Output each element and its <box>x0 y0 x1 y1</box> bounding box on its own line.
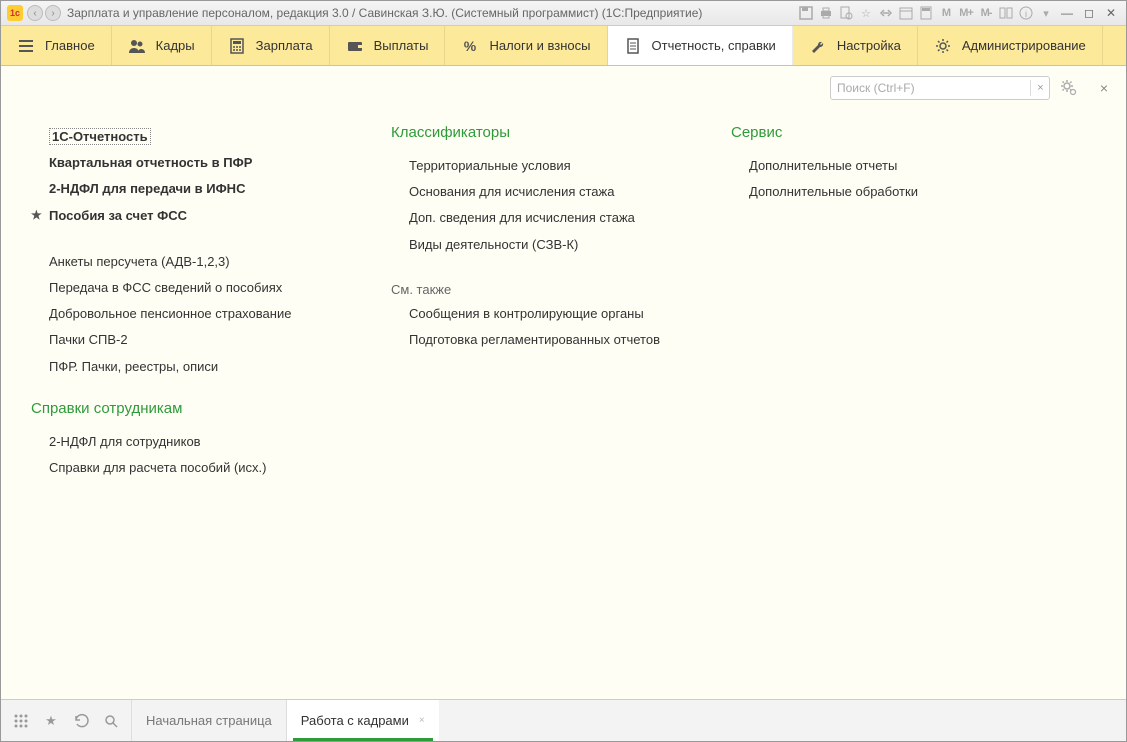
nav-item-territorial[interactable]: Территориальные условия <box>391 153 671 179</box>
window-title: Зарплата и управление персоналом, редакц… <box>67 6 798 20</box>
tab-home[interactable]: Начальная страница <box>131 700 286 741</box>
nav-item-seniority-basis[interactable]: Основания для исчисления стажа <box>391 179 671 205</box>
content-area: × × 1С-Отчетность Квартальная отчетность… <box>1 66 1126 699</box>
toolbar-salary[interactable]: Зарплата <box>212 26 330 65</box>
nav-item-regulatory-msgs[interactable]: Сообщения в контролирующие органы <box>391 301 671 327</box>
nav-item-fss-benefits[interactable]: Пособия за счет ФСС <box>31 203 331 229</box>
apps-grid-icon[interactable] <box>11 711 31 731</box>
panel-settings-button[interactable] <box>1058 77 1080 99</box>
nav-item-addl-reports[interactable]: Дополнительные отчеты <box>731 153 981 179</box>
toolbar-taxes[interactable]: % Налоги и взносы <box>445 26 607 65</box>
main-toolbar: Главное Кадры Зарплата Выплаты % Налоги … <box>1 26 1126 66</box>
calculator-icon[interactable] <box>918 5 934 21</box>
tab-label: Работа с кадрами <box>301 713 409 728</box>
document-icon <box>624 37 642 55</box>
section-service: Сервис <box>731 124 981 141</box>
percent-icon: % <box>461 37 479 55</box>
people-icon <box>128 37 146 55</box>
menu-icon <box>17 37 35 55</box>
tab-personnel-work[interactable]: Работа с кадрами × <box>286 700 439 741</box>
toolbar-label: Главное <box>45 38 95 53</box>
window-titlebar: 1c ‹ › Зарплата и управление персоналом,… <box>1 1 1126 26</box>
nav-item-spv2[interactable]: Пачки СПВ-2 <box>31 327 331 353</box>
column-service: Сервис Дополнительные отчеты Дополнитель… <box>731 124 981 675</box>
app-logo-icon: 1c <box>7 5 23 21</box>
svg-text:i: i <box>1025 9 1027 19</box>
section-employee-refs: Справки сотрудникам <box>31 400 331 417</box>
search-box: × <box>830 76 1050 100</box>
search-clear-button[interactable]: × <box>1030 80 1046 96</box>
toolbar-payments[interactable]: Выплаты <box>330 26 446 65</box>
toolbar-settings[interactable]: Настройка <box>793 26 918 65</box>
favorite-icon[interactable]: ☆ <box>858 5 874 21</box>
search-icon[interactable] <box>101 711 121 731</box>
preview-icon[interactable] <box>838 5 854 21</box>
nav-item-2ndfl-employees[interactable]: 2-НДФЛ для сотрудников <box>31 429 331 455</box>
see-also-label: См. также <box>391 278 671 301</box>
nav-item-pfr-packets[interactable]: ПФР. Пачки, реестры, описи <box>31 354 331 380</box>
link-icon[interactable] <box>878 5 894 21</box>
section-classifiers: Классификаторы <box>391 124 671 141</box>
nav-item-voluntary-pension[interactable]: Добровольное пенсионное страхование <box>31 301 331 327</box>
gear-icon <box>934 37 952 55</box>
nav-item-1c-reporting[interactable]: 1С-Отчетность <box>31 124 331 150</box>
m-minus-icon[interactable]: M- <box>978 5 994 21</box>
nav-item-2ndfl-ifns[interactable]: 2-НДФЛ для передачи в ИФНС <box>31 176 331 202</box>
toolbar-label: Выплаты <box>374 38 429 53</box>
tab-label: Начальная страница <box>146 713 272 728</box>
toolbar-reports[interactable]: Отчетность, справки <box>608 26 793 65</box>
close-window-button[interactable]: ✕ <box>1102 5 1120 21</box>
nav-item-quarterly-pfr[interactable]: Квартальная отчетность в ПФР <box>31 150 331 176</box>
close-panel-button[interactable]: × <box>1096 80 1112 96</box>
m-plus-icon[interactable]: M+ <box>958 5 974 21</box>
nav-item-fss-transfer[interactable]: Передача в ФСС сведений о пособиях <box>31 275 331 301</box>
toolbar-personnel[interactable]: Кадры <box>112 26 212 65</box>
nav-item-activity-types[interactable]: Виды деятельности (СЗВ-К) <box>391 232 671 258</box>
history-icon[interactable] <box>71 711 91 731</box>
toolbar-admin[interactable]: Администрирование <box>918 26 1103 65</box>
m-icon[interactable]: M <box>938 5 954 21</box>
nav-item-regulated-reports[interactable]: Подготовка регламентированных отчетов <box>391 327 671 353</box>
toolbar-label: Зарплата <box>256 38 313 53</box>
toolbar-label: Настройка <box>837 38 901 53</box>
toolbar-label: Отчетность, справки <box>652 38 776 53</box>
nav-item-benefit-refs[interactable]: Справки для расчета пособий (исх.) <box>31 455 331 481</box>
wallet-icon <box>346 37 364 55</box>
dropdown-icon[interactable]: ▾ <box>1038 5 1054 21</box>
column-classifiers: Классификаторы Территориальные условия О… <box>391 124 671 675</box>
info-icon[interactable]: i <box>1018 5 1034 21</box>
svg-text:%: % <box>464 38 477 54</box>
print-icon[interactable] <box>818 5 834 21</box>
save-icon[interactable] <box>798 5 814 21</box>
favorite-star-icon[interactable]: ★ <box>41 711 61 731</box>
toolbar-label: Налоги и взносы <box>489 38 590 53</box>
toolbar-label: Администрирование <box>962 38 1086 53</box>
nav-item-addl-processing[interactable]: Дополнительные обработки <box>731 179 981 205</box>
calendar-icon[interactable] <box>898 5 914 21</box>
minimize-button[interactable]: — <box>1058 5 1076 21</box>
nav-item-seniority-addl[interactable]: Доп. сведения для исчисления стажа <box>391 205 671 231</box>
calculator-icon <box>228 37 246 55</box>
toolbar-label: Кадры <box>156 38 195 53</box>
tab-close-button[interactable]: × <box>419 715 425 726</box>
wrench-icon <box>809 37 827 55</box>
bottom-tabbar: ★ Начальная страница Работа с кадрами × <box>1 699 1126 741</box>
nav-back-button[interactable]: ‹ <box>27 5 43 21</box>
toolbar-main[interactable]: Главное <box>1 26 112 65</box>
panels-icon[interactable] <box>998 5 1014 21</box>
maximize-button[interactable]: ◻ <box>1080 5 1098 21</box>
search-input[interactable] <box>830 76 1050 100</box>
column-reports: 1С-Отчетность Квартальная отчетность в П… <box>31 124 331 675</box>
nav-item-adv-forms[interactable]: Анкеты персучета (АДВ-1,2,3) <box>31 249 331 275</box>
nav-forward-button[interactable]: › <box>45 5 61 21</box>
